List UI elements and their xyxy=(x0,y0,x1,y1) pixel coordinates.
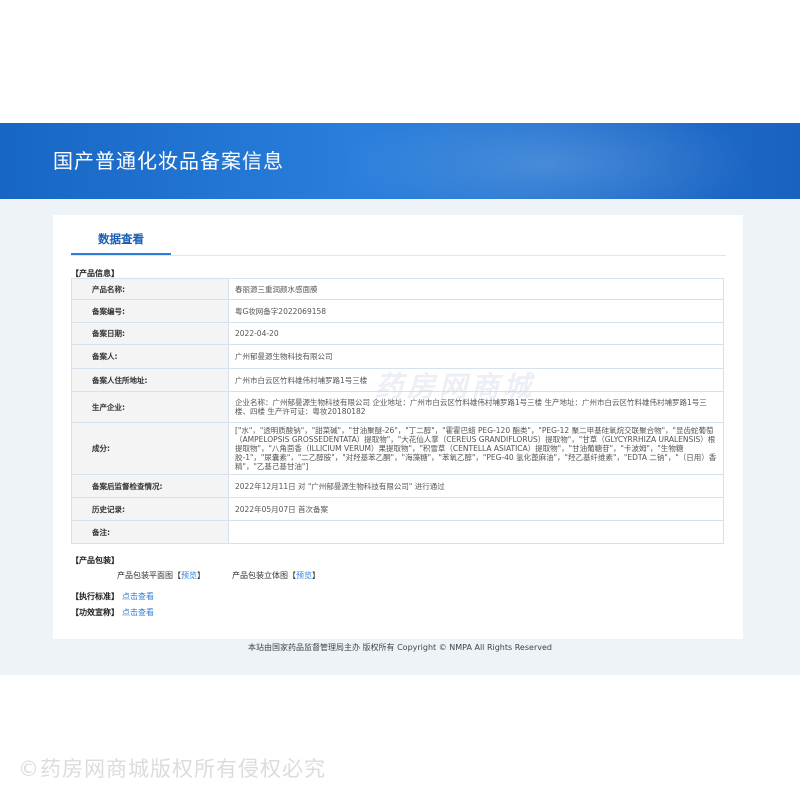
row-value: 春丽源三重润颜水感面膜 xyxy=(228,278,724,300)
table-row: 备案日期: 2022-04-20 xyxy=(71,322,724,345)
row-label: 产品名称: xyxy=(71,278,229,300)
table-row: 成分: ["水"，"透明质酸钠"，"甜菜碱"，"甘油聚醚-26"，"丁二醇"，"… xyxy=(71,422,724,475)
section-standard: 【执行标准】 xyxy=(71,592,119,601)
row-label: 成分: xyxy=(71,422,229,475)
table-row: 生产企业: 企业名称：广州郁曼源生物科技有限公司 企业地址：广州市白云区竹料雄伟… xyxy=(71,391,724,423)
banner-decoration xyxy=(340,123,760,199)
row-value: 粤G妆网备字2022069158 xyxy=(228,299,724,323)
tab-divider xyxy=(71,255,726,256)
efficacy-view-link[interactable]: 点击查看 xyxy=(122,607,154,618)
row-value: 2022年12月11日 对 "广州郁曼源生物科技有限公司" 进行通过 xyxy=(228,474,724,498)
row-value: 2022-04-20 xyxy=(228,322,724,345)
table-row: 备注: xyxy=(71,520,724,544)
row-label: 生产企业: xyxy=(71,391,229,423)
row-value: 广州市白云区竹料雄伟村埔罗路1号三楼 xyxy=(228,368,724,392)
table-row: 历史记录: 2022年05月07日 首次备案 xyxy=(71,497,724,521)
footer-copyright: 本站由国家药品监督管理局主办 版权所有 Copyright © NMPA All… xyxy=(248,643,552,652)
row-label: 备案人住所地址: xyxy=(71,368,229,392)
tab-data-view[interactable]: 数据查看 xyxy=(71,231,171,254)
row-value: ["水"，"透明质酸钠"，"甜菜碱"，"甘油聚醚-26"，"丁二醇"，"霍霍巴蜡… xyxy=(228,422,724,475)
row-label: 历史记录: xyxy=(71,497,229,521)
table-row: 备案后监督检查情况: 2022年12月11日 对 "广州郁曼源生物科技有限公司"… xyxy=(71,474,724,498)
section-efficacy: 【功效宣称】 xyxy=(71,608,119,617)
row-label: 备案编号: xyxy=(71,299,229,323)
row-value: 企业名称：广州郁曼源生物科技有限公司 企业地址：广州市白云区竹料雄伟村埔罗路1号… xyxy=(228,391,724,423)
row-value: 广州郁曼源生物科技有限公司 xyxy=(228,344,724,369)
packaging-flat-preview-link[interactable]: 预览 xyxy=(181,571,197,580)
table-row: 备案编号: 粤G妆网备字2022069158 xyxy=(71,299,724,323)
packaging-flat: 产品包装平面图【预览】 xyxy=(117,571,205,580)
packaging-solid: 产品包装立体图【预览】 xyxy=(232,571,320,580)
packaging-solid-preview-link[interactable]: 预览 xyxy=(296,571,312,580)
standard-view-link[interactable]: 点击查看 xyxy=(122,591,154,602)
product-info-table: 产品名称: 春丽源三重润颜水感面膜 备案编号: 粤G妆网备字2022069158… xyxy=(71,278,724,544)
header-banner: 国产普通化妆品备案信息 xyxy=(0,123,800,199)
table-row: 备案人: 广州郁曼源生物科技有限公司 xyxy=(71,344,724,369)
row-value: 2022年05月07日 首次备案 xyxy=(228,497,724,521)
page-title: 国产普通化妆品备案信息 xyxy=(53,149,284,173)
bottom-watermark: ©药房网商城版权所有侵权必究 xyxy=(18,757,326,781)
section-packaging: 【产品包装】 xyxy=(71,556,119,565)
row-label: 备注: xyxy=(71,520,229,544)
row-label: 备案后监督检查情况: xyxy=(71,474,229,498)
table-row: 产品名称: 春丽源三重润颜水感面膜 xyxy=(71,278,724,300)
packaging-solid-label: 产品包装立体图 xyxy=(232,571,288,580)
packaging-flat-label: 产品包装平面图 xyxy=(117,571,173,580)
table-row: 备案人住所地址: 广州市白云区竹料雄伟村埔罗路1号三楼 xyxy=(71,368,724,392)
row-label: 备案日期: xyxy=(71,322,229,345)
row-label: 备案人: xyxy=(71,344,229,369)
row-value xyxy=(228,520,724,544)
